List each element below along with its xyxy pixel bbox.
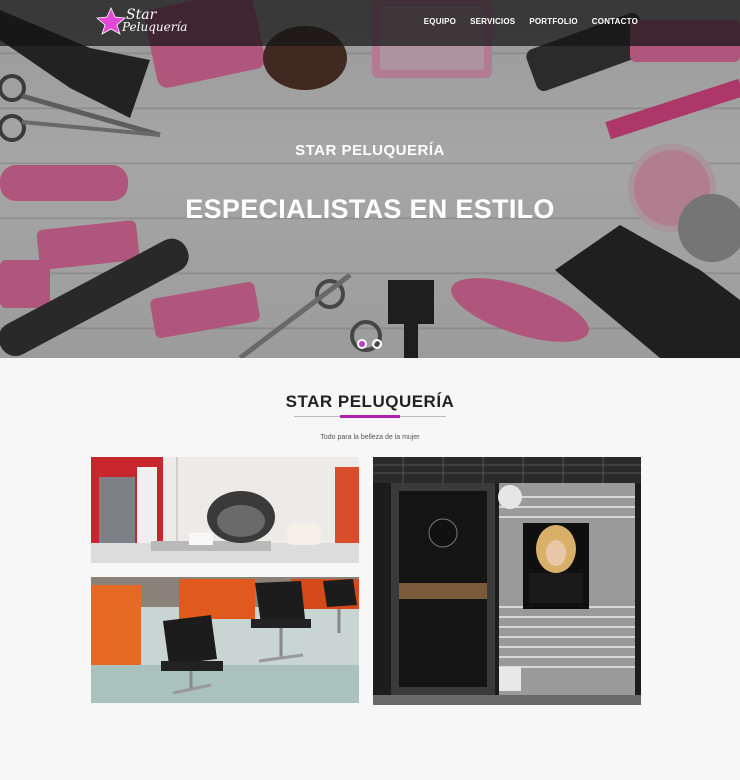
salon-dryer-image — [91, 457, 359, 563]
hero-subtitle: STAR PELUQUERÍA — [295, 142, 445, 159]
nav-contacto[interactable]: CONTACTO — [592, 17, 638, 26]
slider-dot-1[interactable] — [357, 339, 367, 349]
photo-salon-chairs[interactable] — [91, 577, 359, 703]
salon-chairs-image — [91, 577, 359, 703]
main-nav: EQUIPO SERVICIOS PORTFOLIO CONTACTO — [424, 17, 638, 26]
slider-dots — [357, 339, 382, 349]
hero-title: ESPECIALISTAS EN ESTILO — [185, 194, 555, 224]
section-title: STAR PELUQUERÍA — [285, 392, 455, 411]
top-navbar: Star Peluquería EQUIPO SERVICIOS PORTFOL… — [0, 0, 740, 46]
photo-storefront[interactable] — [373, 457, 641, 705]
section-divider — [294, 415, 446, 418]
photo-salon-dryer[interactable] — [91, 457, 359, 563]
brand-logo[interactable]: Star Peluquería — [96, 7, 188, 37]
brand-name-line2: Peluquería — [122, 20, 188, 34]
nav-servicios[interactable]: SERVICIOS — [470, 17, 515, 26]
nav-equipo[interactable]: EQUIPO — [424, 17, 456, 26]
page-bottom — [0, 760, 740, 780]
hero-overlay — [0, 0, 740, 358]
storefront-image — [373, 457, 641, 705]
nav-portfolio[interactable]: PORTFOLIO — [529, 17, 577, 26]
section-subtitle: Todo para la belleza de la mujer — [320, 434, 420, 441]
slider-dot-2[interactable] — [372, 339, 382, 349]
hero-slider: Star Peluquería EQUIPO SERVICIOS PORTFOL… — [0, 0, 740, 358]
